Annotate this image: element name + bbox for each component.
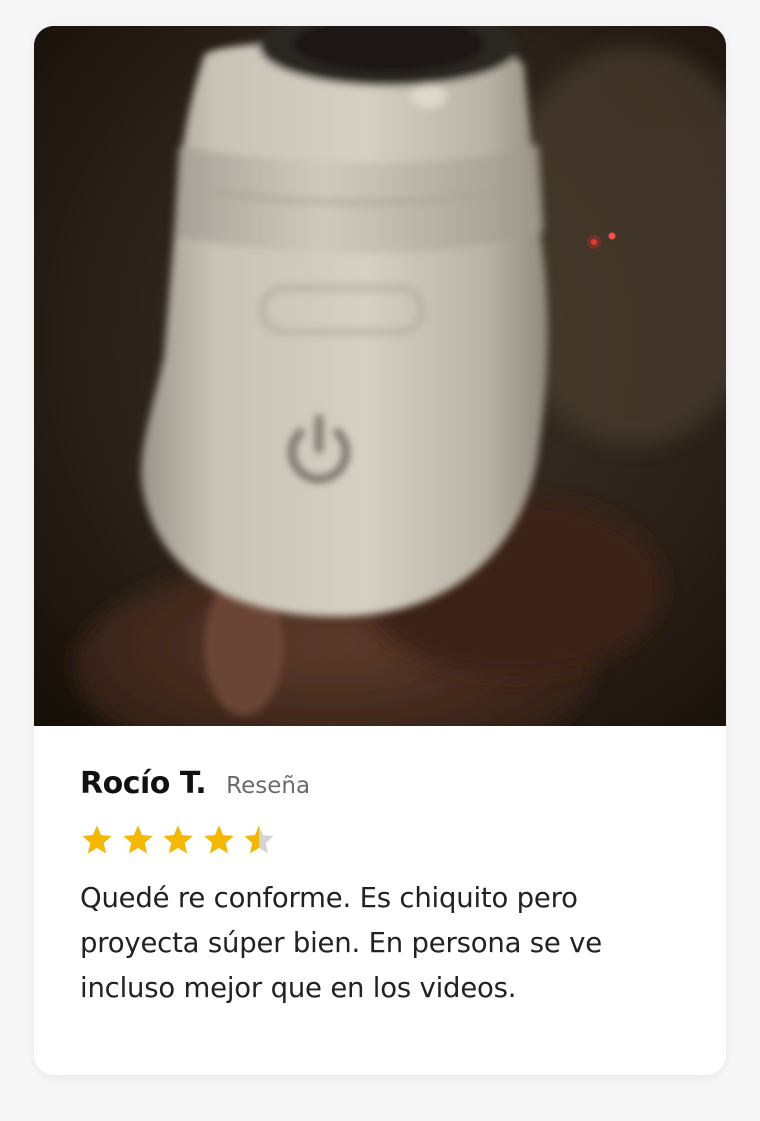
review-photo[interactable] [34, 26, 726, 726]
review-content: Rocío T. Reseña Quedé re conforme. Es ch… [80, 766, 680, 1011]
star-icon [163, 825, 193, 854]
review-tag: Reseña [226, 773, 311, 799]
star-icon [244, 825, 274, 854]
review-photo-image [34, 26, 726, 726]
review-header: Rocío T. Reseña [80, 766, 680, 814]
star-icon [82, 825, 112, 854]
star-icon [203, 825, 234, 854]
reviewer-name: Rocío T. [80, 766, 207, 801]
review-text: Quedé re conforme. Es chiquito pero proy… [80, 882, 602, 1004]
review-card: Rocío T. Reseña Quedé re conforme. Es ch… [34, 26, 726, 1075]
star-rating [80, 818, 680, 862]
star-icon [122, 825, 153, 854]
